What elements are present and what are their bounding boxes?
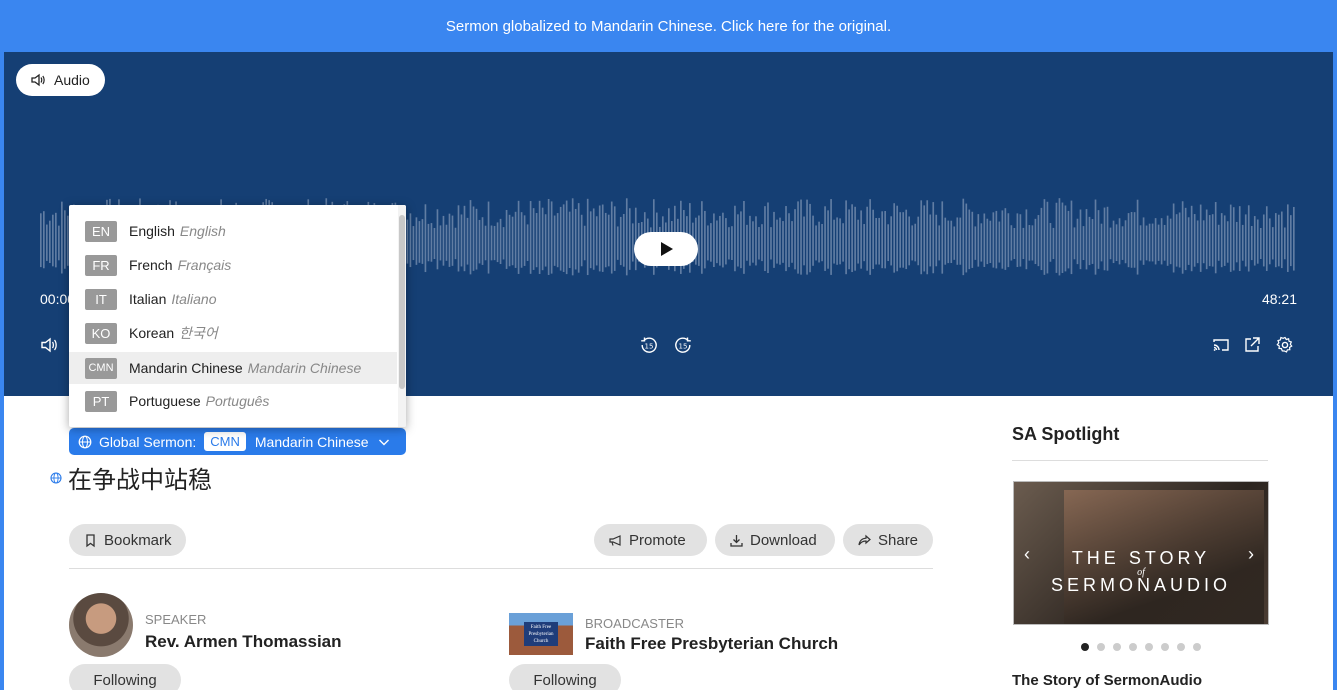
spotlight-card[interactable]: THE STORY of SERMONAUDIO ‹ ›	[1013, 481, 1269, 625]
language-option-pt[interactable]: PT Portuguese Português	[69, 385, 397, 417]
language-name: Italian	[129, 291, 167, 307]
volume-button[interactable]	[38, 334, 60, 356]
carousel-dot[interactable]	[1161, 643, 1169, 651]
share-label: Share	[878, 531, 919, 549]
share-icon	[858, 534, 871, 545]
speaker-following-button[interactable]: Following	[69, 664, 181, 690]
chevron-left-icon[interactable]: ‹	[1024, 544, 1030, 565]
language-dropdown: EN English English FR French Français IT…	[69, 205, 406, 427]
language-name: Korean	[129, 325, 175, 341]
broadcaster-role: BROADCASTER	[585, 616, 684, 631]
divider	[69, 568, 933, 569]
download-label: Download	[750, 531, 817, 549]
carousel-dot[interactable]	[1113, 643, 1121, 651]
language-option-cmn[interactable]: CMN Mandarin Chinese Mandarin Chinese	[69, 352, 397, 384]
broadcaster-following-button[interactable]: Following	[509, 664, 621, 690]
original-sermon-banner[interactable]: Sermon globalized to Mandarin Chinese. C…	[0, 0, 1337, 52]
language-name: Portuguese	[129, 393, 201, 409]
cast-icon	[1213, 339, 1229, 351]
rewind-15-button[interactable]: 15	[638, 334, 660, 356]
carousel-dot[interactable]	[1177, 643, 1185, 651]
language-native-name: 한국어	[179, 326, 218, 342]
promote-label: Promote	[629, 531, 686, 549]
language-native-name: English	[179, 223, 226, 239]
global-sermon-language: Mandarin Chinese	[254, 433, 369, 450]
forward-15-icon: 15	[675, 337, 691, 353]
external-link-icon	[1245, 337, 1260, 352]
banner-text: Sermon globalized to Mandarin Chinese. C…	[445, 17, 892, 35]
popout-button[interactable]	[1241, 334, 1263, 356]
rewind-15-icon: 15	[641, 337, 657, 353]
spotlight-divider	[1012, 460, 1268, 461]
play-button[interactable]	[634, 232, 698, 266]
audio-label: Audio	[54, 72, 90, 88]
svg-text:15: 15	[679, 342, 688, 350]
language-code: CMN	[85, 357, 117, 379]
speaker-role: SPEAKER	[145, 612, 207, 627]
chevron-down-icon	[378, 439, 389, 445]
language-native-name: Italiano	[171, 291, 217, 307]
global-sermon-label: Global Sermon:	[99, 433, 197, 450]
bookmark-button[interactable]: Bookmark	[69, 524, 186, 556]
bookmark-label: Bookmark	[104, 531, 172, 549]
language-native-name: Mandarin Chinese	[247, 360, 362, 376]
sermon-content: Global Sermon: CMN Mandarin Chinese 在争战中…	[4, 396, 1333, 690]
carousel-dot[interactable]	[1129, 643, 1137, 651]
language-code: IT	[85, 288, 117, 310]
speaker-name[interactable]: Rev. Armen Thomassian	[145, 632, 342, 652]
language-native-name: Français	[177, 257, 232, 273]
language-name: Mandarin Chinese	[129, 360, 243, 376]
download-icon	[730, 534, 743, 547]
share-button[interactable]: Share	[843, 524, 933, 556]
dropdown-scroll-thumb[interactable]	[399, 215, 405, 389]
language-option-ko[interactable]: KO Korean 한국어	[69, 317, 397, 349]
dropdown-scrollbar[interactable]	[398, 205, 406, 427]
forward-15-button[interactable]: 15	[672, 334, 694, 356]
language-code: PT	[85, 390, 117, 412]
cast-button[interactable]	[1210, 334, 1232, 356]
play-icon	[661, 242, 673, 256]
language-code: FR	[85, 254, 117, 276]
speaker-avatar[interactable]	[69, 593, 133, 657]
carousel-dot[interactable]	[1081, 643, 1089, 651]
broadcaster-image[interactable]: Faith Free Presbyterian Church	[509, 613, 573, 655]
sermon-title-row: 在争战中站稳	[50, 460, 212, 495]
language-code: EN	[85, 220, 117, 242]
language-option-en[interactable]: EN English English	[69, 215, 397, 247]
language-name: French	[129, 257, 173, 273]
time-total: 48:21	[1261, 291, 1297, 307]
language-code: KO	[85, 322, 117, 344]
carousel-dot[interactable]	[1145, 643, 1153, 651]
language-native-name: Português	[205, 393, 270, 409]
spotlight-line-1: THE STORY	[1071, 548, 1211, 568]
language-option-it[interactable]: IT Italian Italiano	[69, 283, 397, 315]
carousel-dot[interactable]	[1193, 643, 1201, 651]
chevron-right-icon[interactable]: ›	[1248, 544, 1254, 565]
broadcaster-name[interactable]: Faith Free Presbyterian Church	[585, 634, 838, 654]
speaker-icon	[31, 73, 45, 87]
language-option-fr[interactable]: FR French Français	[69, 249, 397, 281]
spotlight-heading: SA Spotlight	[1012, 424, 1120, 444]
language-name: English	[129, 223, 175, 239]
speaker-icon	[41, 337, 57, 353]
globe-icon	[78, 435, 92, 448]
sermon-title: 在争战中站稳	[68, 466, 212, 494]
global-sermon-selector[interactable]: Global Sermon: CMN Mandarin Chinese	[69, 428, 406, 455]
settings-button[interactable]	[1274, 334, 1296, 356]
bookmark-icon	[86, 533, 95, 547]
svg-text:15: 15	[645, 342, 654, 350]
download-button[interactable]: Download	[715, 524, 835, 556]
megaphone-icon	[609, 534, 621, 546]
audio-mode-button[interactable]: Audio	[16, 64, 105, 96]
spotlight-card-text: THE STORY of SERMONAUDIO	[1014, 548, 1268, 596]
promote-button[interactable]: Promote	[594, 524, 707, 556]
spotlight-line-3: SERMONAUDIO	[1050, 575, 1231, 595]
carousel-dot[interactable]	[1097, 643, 1105, 651]
globe-icon	[50, 471, 62, 484]
church-sign: Faith Free Presbyterian Church	[524, 622, 558, 646]
carousel-dots	[1081, 643, 1201, 651]
language-code-badge: CMN	[204, 432, 246, 451]
spotlight-caption[interactable]: The Story of SermonAudio	[1012, 672, 1202, 689]
gear-icon	[1276, 336, 1293, 353]
